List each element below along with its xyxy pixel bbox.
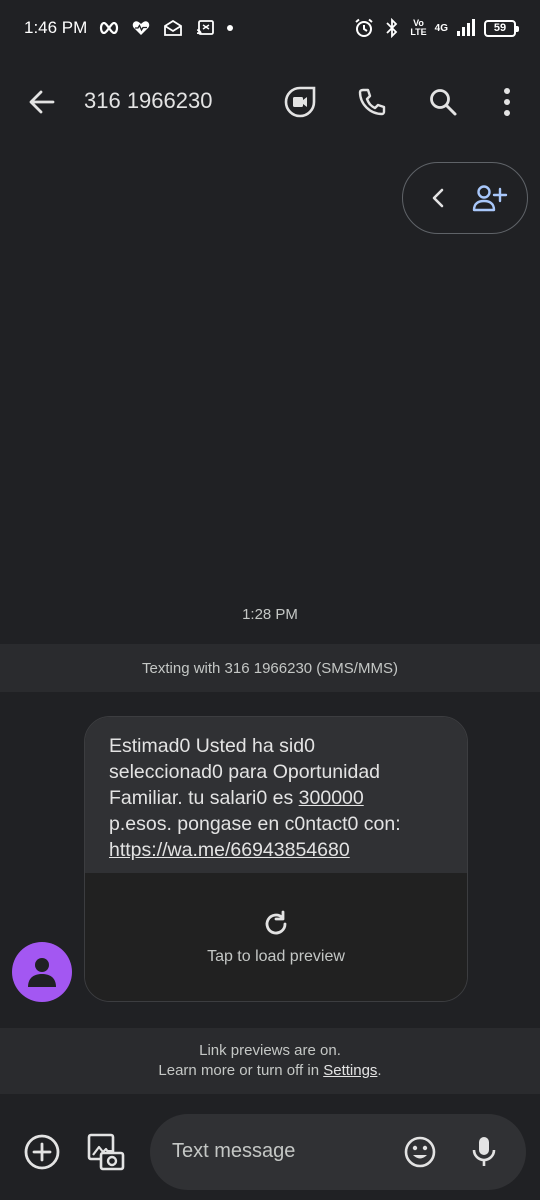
search-button[interactable] xyxy=(423,82,463,122)
incoming-message-bubble[interactable]: Estimad0 Usted ha sid0 seleccionad0 para… xyxy=(84,716,468,1002)
emoji-button[interactable] xyxy=(400,1132,440,1172)
signal-icon xyxy=(456,19,476,37)
sender-avatar[interactable] xyxy=(12,942,72,1002)
video-call-button[interactable] xyxy=(280,82,320,122)
chevron-left-icon xyxy=(432,188,444,208)
add-circle-icon xyxy=(24,1134,60,1170)
gallery-icon xyxy=(87,1133,125,1171)
gallery-button[interactable] xyxy=(84,1130,128,1174)
app-bar: 316 1966230 xyxy=(0,64,540,140)
phone-call-button[interactable] xyxy=(352,82,392,122)
conversation-title: 316 1966230 xyxy=(84,88,213,113)
cast-icon xyxy=(195,19,215,37)
person-icon xyxy=(28,958,56,987)
sms-mms-banner-text: Texting with 316 1966230 (SMS/MMS) xyxy=(142,659,398,677)
contact-actions-pill xyxy=(402,162,528,234)
emoji-icon xyxy=(404,1136,436,1168)
sms-mms-banner: Texting with 316 1966230 (SMS/MMS) xyxy=(0,644,540,692)
infinity-icon xyxy=(99,19,119,37)
settings-link[interactable]: Settings xyxy=(323,1062,377,1079)
phone-icon xyxy=(358,88,386,116)
refresh-icon xyxy=(265,910,287,935)
message-timestamp: 1:28 PM xyxy=(242,606,298,623)
compose-placeholder: Text message xyxy=(172,1140,296,1162)
search-icon xyxy=(430,89,457,116)
link-preview-notice-line1: Link previews are on. xyxy=(199,1042,341,1059)
message-text: Estimad0 Usted ha sid0 seleccionad0 para… xyxy=(85,717,467,873)
bluetooth-icon xyxy=(382,18,402,38)
load-preview-label: Tap to load preview xyxy=(207,948,345,965)
mail-open-icon xyxy=(163,19,183,37)
add-contact-button[interactable] xyxy=(468,178,512,218)
status-right: Vo LTE 4G 59 xyxy=(354,18,519,38)
alarm-icon xyxy=(354,18,374,37)
add-contact-icon xyxy=(472,185,508,212)
more-vert-icon xyxy=(504,88,510,116)
volte-indicator: Vo LTE xyxy=(410,18,427,37)
network-type-label: 4G xyxy=(434,22,448,34)
amount-link[interactable]: 300000 xyxy=(299,787,364,809)
back-button[interactable] xyxy=(24,84,60,120)
message-url-link[interactable]: https://wa.me/66943854680 xyxy=(109,839,350,861)
microphone-icon xyxy=(472,1137,496,1166)
back-arrow-icon xyxy=(29,90,55,114)
link-preview-notice-line2: Learn more or turn off in Settings. xyxy=(158,1062,382,1079)
video-call-icon xyxy=(284,86,316,118)
notification-dot-icon xyxy=(227,25,234,31)
more-options-button[interactable] xyxy=(487,82,527,122)
add-attachment-button[interactable] xyxy=(20,1130,64,1174)
collapse-button[interactable] xyxy=(418,178,458,218)
status-bar: 1:46 PM Vo LTE 4G 59 xyxy=(0,0,540,56)
status-time: 1:46 PM xyxy=(24,18,88,37)
link-preview-notice: Link previews are on. Learn more or turn… xyxy=(0,1028,540,1094)
voice-input-button[interactable] xyxy=(464,1132,504,1172)
status-left: 1:46 PM xyxy=(24,18,234,38)
health-heart-icon xyxy=(131,19,151,37)
message-compose-field[interactable]: Text message xyxy=(150,1114,526,1190)
load-preview-button[interactable]: Tap to load preview xyxy=(85,873,467,1001)
battery-level: 59 xyxy=(493,22,507,34)
battery-icon: 59 xyxy=(484,19,519,37)
